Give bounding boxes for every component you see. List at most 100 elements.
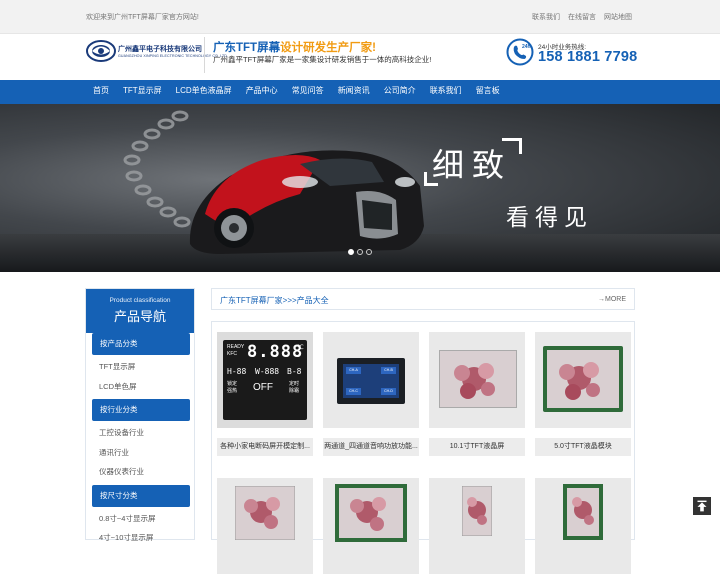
- carousel-dots: [348, 249, 372, 255]
- sidebar-category-product[interactable]: 按产品分类: [92, 333, 190, 355]
- lcd-label-defrost: 除霜: [289, 388, 300, 394]
- lcd-label-heat: 强热: [227, 388, 238, 394]
- header: 广州鑫平电子科技有限公司 GUANGZHOU XINPING ELECTRONI…: [0, 34, 720, 80]
- sidebar-title-cn: 产品导航: [113, 309, 166, 324]
- nav-item-lcd[interactable]: LCD单色液晶屏: [169, 80, 239, 104]
- phone-24h-icon: 24h: [506, 38, 534, 66]
- product-card[interactable]: CH-A CH-B CH-C CH-D 两通道_四通道音响功放功能...: [323, 332, 419, 456]
- top-links: 联系我们 在线留言 网站地图: [532, 12, 632, 22]
- flower-photo: [462, 486, 492, 536]
- banner-subtitle: 看得见: [506, 205, 593, 231]
- product-image[interactable]: [217, 478, 313, 574]
- product-grid: READY KFC 8.888 ℃ H-88 W-888 B-8 锁定 强热 O…: [211, 321, 635, 574]
- back-to-top-icon[interactable]: [692, 496, 712, 516]
- product-card[interactable]: [535, 478, 631, 574]
- sidebar-item-medium-size[interactable]: 4寸~10寸显示屏: [86, 528, 194, 548]
- carousel-dot-2[interactable]: [357, 249, 363, 255]
- product-card[interactable]: [429, 478, 525, 574]
- lcd-row-a: H-88: [227, 367, 247, 376]
- nav-item-home[interactable]: 首页: [86, 80, 116, 104]
- tft-screen-flower: [439, 350, 517, 408]
- sidebar-header: Product classification 产品导航: [86, 289, 194, 333]
- banner-title: 细致: [432, 146, 513, 184]
- lcd-unit: ℃: [297, 345, 304, 351]
- lcd-label-timer: 定时: [289, 381, 300, 387]
- product-caption[interactable]: 5.0寸TFT液晶模块: [535, 438, 631, 456]
- product-caption[interactable]: 两通道_四通道音响功放功能...: [323, 438, 419, 456]
- lcd-off: OFF: [253, 382, 273, 393]
- pcb-label-d: CH-D: [381, 388, 396, 395]
- welcome-text: 欢迎来到广州TFT屏幕厂家官方网站!: [86, 14, 199, 21]
- product-caption[interactable]: 10.1寸TFT液晶屏: [429, 438, 525, 456]
- lcd-kfc: KFC: [227, 351, 237, 357]
- tft-module-green: [335, 484, 407, 542]
- slogan: 广东TFT屏幕设计研发生产厂家!: [213, 39, 376, 55]
- nav-item-products[interactable]: 产品中心: [239, 80, 285, 104]
- header-divider: [204, 37, 205, 73]
- nav-item-tft[interactable]: TFT显示屏: [116, 80, 169, 104]
- flower-photo: [339, 488, 403, 538]
- flower-photo: [547, 350, 619, 408]
- nav-item-about[interactable]: 公司简介: [377, 80, 423, 104]
- product-card[interactable]: 5.0寸TFT液晶模块: [535, 332, 631, 456]
- sidebar-category-industry[interactable]: 按行业分类: [92, 399, 190, 421]
- top-bar: 欢迎来到广州TFT屏幕厂家官方网站! 联系我们 在线留言 网站地图: [0, 0, 720, 34]
- carousel-dot-3[interactable]: [366, 249, 372, 255]
- company-logo-icon[interactable]: [86, 40, 116, 62]
- chain-graphic: [123, 110, 191, 228]
- pcb-label-b: CH-B: [381, 367, 396, 374]
- slogan-highlight: 设计研发生产厂家!: [280, 42, 376, 54]
- product-image[interactable]: READY KFC 8.888 ℃ H-88 W-888 B-8 锁定 强热 O…: [217, 332, 313, 428]
- sidebar-item-lcd[interactable]: LCD单色屏: [86, 377, 194, 397]
- product-image[interactable]: [535, 478, 631, 574]
- lcd-ready: READY: [227, 344, 245, 350]
- product-card[interactable]: 10.1寸TFT液晶屏: [429, 332, 525, 456]
- product-card[interactable]: [323, 478, 419, 574]
- flower-photo: [567, 488, 599, 536]
- more-link[interactable]: →MORE: [598, 296, 626, 303]
- more-label: MORE: [605, 296, 626, 303]
- subslogan: 广州鑫平TFT屏幕厂家是一家集设计研发销售于一体的高科技企业!: [213, 55, 432, 64]
- sports-car-graphic: [189, 150, 424, 254]
- segment-lcd-screen: READY KFC 8.888 ℃ H-88 W-888 B-8 锁定 强热 O…: [223, 340, 307, 420]
- nav-item-news[interactable]: 新闻资讯: [331, 80, 377, 104]
- product-image[interactable]: [535, 332, 631, 428]
- lcd-row-c: B-8: [287, 367, 302, 376]
- sidebar-category-size[interactable]: 按尺寸分类: [92, 484, 190, 507]
- sidebar-item-small-size[interactable]: 0.8寸~4寸显示屏: [86, 509, 194, 529]
- lcd-row-b: W-888: [255, 367, 280, 376]
- product-image[interactable]: [323, 478, 419, 574]
- hotline-number: 158 1881 7798: [538, 49, 638, 65]
- product-caption[interactable]: 各种小家电断码屏开模定制...: [217, 438, 313, 456]
- nav-item-faq[interactable]: 常见问答: [285, 80, 331, 104]
- pcb-screen: CH-A CH-B CH-C CH-D: [343, 364, 399, 398]
- product-image[interactable]: [429, 478, 525, 574]
- breadcrumb[interactable]: 广东TFT屏幕厂家>>>产品大全: [220, 295, 329, 306]
- product-sidebar: Product classification 产品导航 按产品分类 TFT显示屏…: [85, 288, 195, 542]
- top-link-contact[interactable]: 联系我们: [532, 12, 560, 22]
- lcd-label-lock: 锁定: [227, 381, 238, 387]
- product-image[interactable]: [429, 332, 525, 428]
- company-name-en: GUANGZHOU XINPING ELECTRONIC TECHNOLOGY …: [118, 54, 227, 58]
- sidebar-item-instrument[interactable]: 仪器仪表行业: [86, 462, 194, 482]
- nav-item-contact[interactable]: 联系我们: [423, 80, 469, 104]
- tft-module-green: [543, 346, 623, 412]
- sidebar-item-tft[interactable]: TFT显示屏: [86, 357, 194, 377]
- sidebar-item-industrial[interactable]: 工控设备行业: [86, 423, 194, 443]
- product-card[interactable]: READY KFC 8.888 ℃ H-88 W-888 B-8 锁定 强热 O…: [217, 332, 313, 456]
- products-header: 广东TFT屏幕厂家>>>产品大全 →MORE: [211, 288, 635, 310]
- top-link-message[interactable]: 在线留言: [568, 12, 596, 22]
- top-link-sitemap[interactable]: 网站地图: [604, 12, 632, 22]
- product-card[interactable]: [217, 478, 313, 574]
- pcb-label-c: CH-C: [346, 388, 361, 395]
- pcb-module: CH-A CH-B CH-C CH-D: [337, 358, 405, 404]
- hero-banner[interactable]: 细致 看得见: [0, 104, 720, 272]
- tft-module-green: [563, 484, 603, 540]
- carousel-dot-1[interactable]: [348, 249, 354, 255]
- flower-photo: [235, 486, 295, 540]
- product-image[interactable]: CH-A CH-B CH-C CH-D: [323, 332, 419, 428]
- phone-badge-text: 24h: [522, 44, 531, 50]
- lcd-digits: 8.888: [247, 342, 304, 362]
- sidebar-item-telecom[interactable]: 通讯行业: [86, 443, 194, 463]
- nav-item-guestbook[interactable]: 留言板: [469, 80, 507, 104]
